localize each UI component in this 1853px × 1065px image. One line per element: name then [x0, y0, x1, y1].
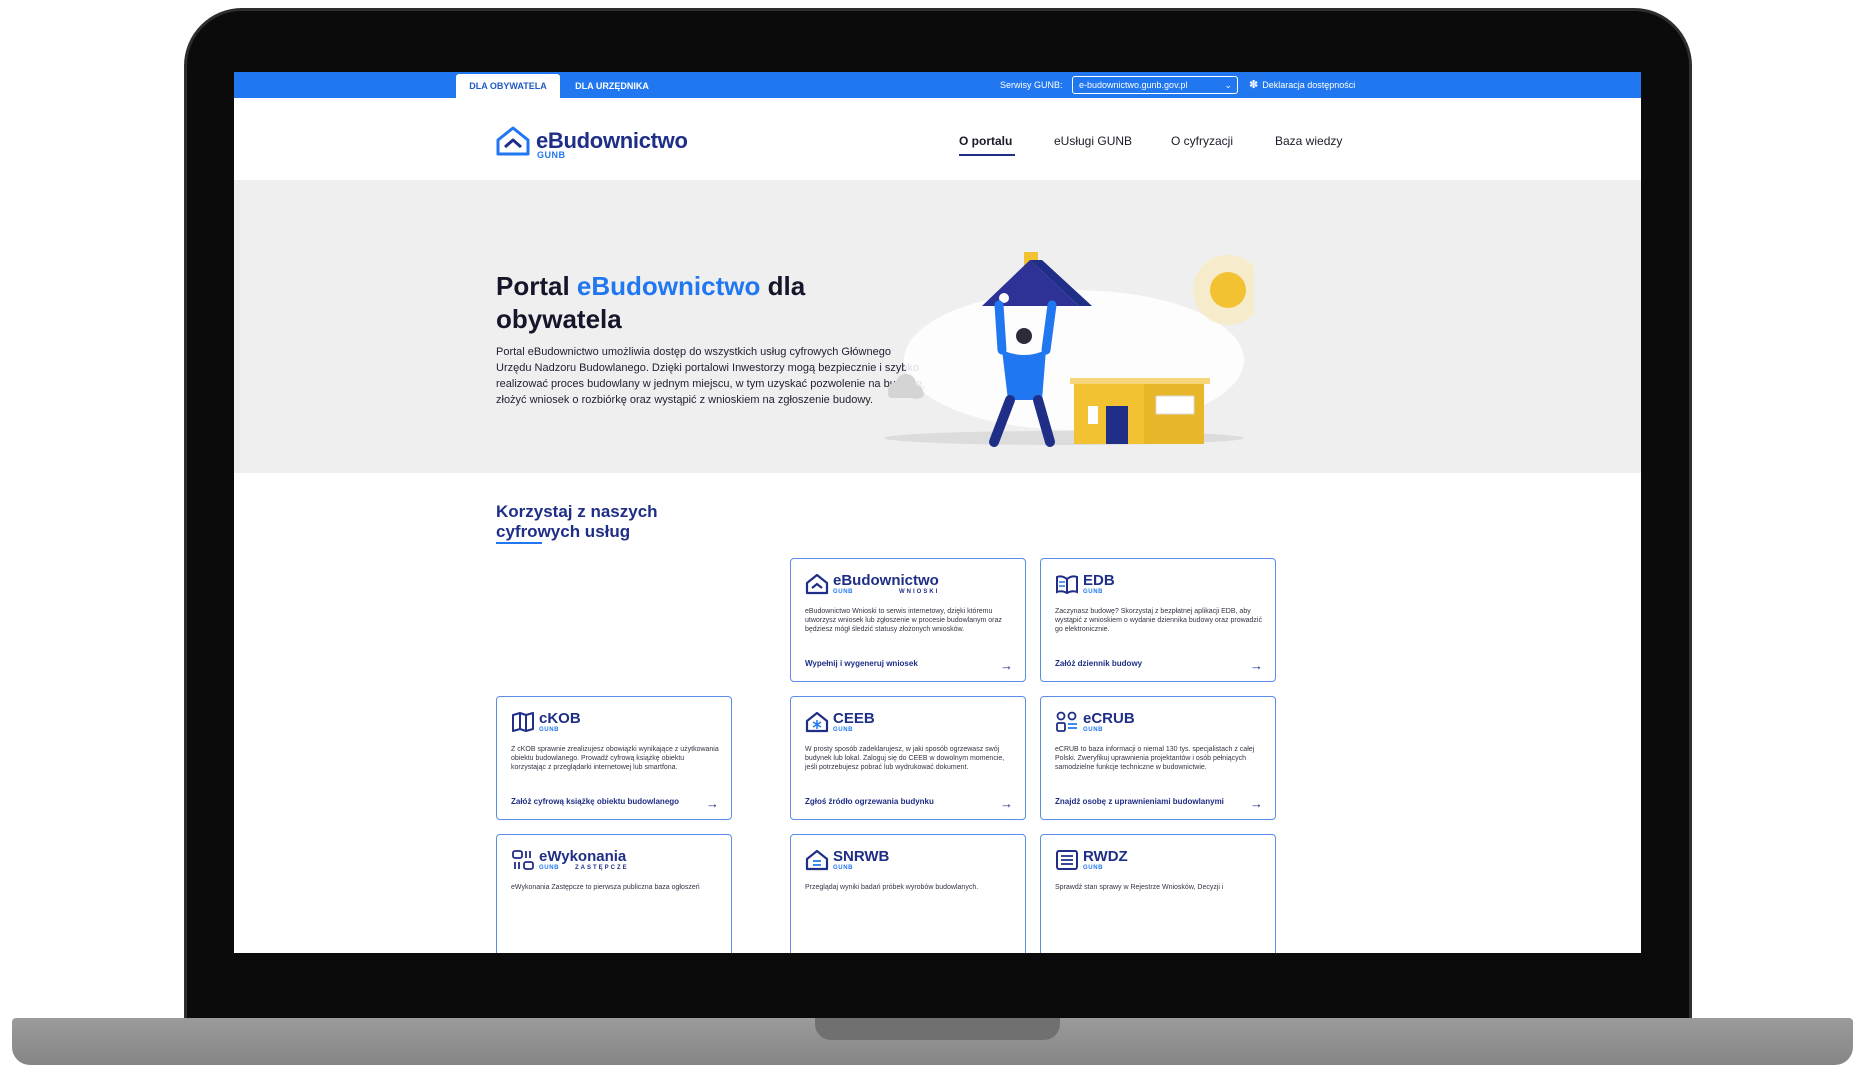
hero-description: Portal eBudownictwo umożliwia dostęp do …	[496, 346, 926, 406]
chevron-down-icon: ⌄	[1224, 80, 1232, 90]
card-ecrub[interactable]: eCRUB GUNB eCRUB to baza informacji o ni…	[1040, 696, 1276, 820]
card-ebudownictwo[interactable]: eBudownictwo GUNB WNIOSKI eBudownictwo W…	[790, 558, 1026, 682]
card-name: SNRWB	[833, 848, 890, 865]
logo-sub: GUNB	[537, 150, 566, 160]
arrow-right-icon[interactable]: →	[1000, 658, 1013, 673]
top-bar: DLA OBYWATELA DLA URZĘDNIKA Serwisy GUNB…	[234, 72, 1641, 98]
card-name: cKOB	[539, 710, 581, 727]
card-name: CEEB	[833, 710, 875, 727]
gunb-services-select[interactable]: e-budownictwo.gunb.gov.pl ⌄	[1072, 76, 1238, 94]
card-ckob[interactable]: cKOB GUNB Z cKOB sprawnie zrealizujesz o…	[496, 696, 732, 820]
laptop-mockup: DLA OBYWATELA DLA URZĘDNIKA Serwisy GUNB…	[0, 0, 1853, 1065]
browser-screen: DLA OBYWATELA DLA URZĘDNIKA Serwisy GUNB…	[234, 72, 1641, 953]
nav-o-cyfryzacji[interactable]: O cyfryzacji	[1171, 134, 1233, 148]
card-rwdz[interactable]: RWDZ GUNB Sprawdź stan sprawy w Rejestrz…	[1040, 834, 1276, 953]
snowflake-house-icon	[805, 711, 829, 733]
card-name: eBudownictwo	[833, 572, 939, 589]
house-logo-icon	[496, 126, 530, 156]
nav-active-underline	[959, 154, 1015, 156]
card-sub: GUNB	[1083, 589, 1104, 595]
card-link[interactable]: Wypełnij i wygeneruj wniosek	[805, 659, 918, 668]
card-description: eWykonania Zastępcze to pierwsza publicz…	[511, 884, 700, 891]
card-ewykonania[interactable]: eWykonania GUNB ZASTĘPCZE eWykonania Zas…	[496, 834, 732, 953]
blocks-icon	[512, 850, 534, 870]
card-link[interactable]: Załóż dziennik budowy	[1055, 659, 1142, 668]
card-description: Przeglądaj wyniki badań próbek wyrobów b…	[805, 884, 979, 891]
book-icon	[512, 712, 534, 732]
nav-o-portalu[interactable]: O portalu	[959, 134, 1012, 148]
card-name: RWDZ	[1083, 848, 1128, 865]
card-edb[interactable]: EDB GUNB Zaczynasz budowę? Skorzystaj z …	[1040, 558, 1276, 682]
card-sub: GUNB	[1083, 727, 1104, 733]
people-list-icon	[1056, 711, 1077, 732]
card-sub: GUNB	[833, 589, 854, 595]
gunb-services-label: Serwisy GUNB:	[1000, 80, 1063, 90]
card-link[interactable]: Zgłoś źródło ogrzewania budynku	[805, 797, 934, 806]
tab-dla-urzednika[interactable]: DLA URZĘDNIKA	[564, 74, 660, 98]
card-sub: GUNB	[539, 727, 560, 733]
card-sub: GUNB	[1083, 865, 1104, 871]
accessibility-link[interactable]: ✽ Deklaracja dostępności	[1249, 72, 1355, 98]
card-name: eWykonania	[539, 848, 627, 865]
card-description: eCRUB to baza informacji o niemal 130 ty…	[1055, 746, 1255, 771]
card-description: Z cKOB sprawnie zrealizujesz obowiązki w…	[511, 746, 719, 771]
services-heading-underline	[496, 542, 542, 544]
accessibility-icon: ✽	[1249, 79, 1259, 91]
card-sub: GUNB	[539, 865, 560, 871]
card-sub: GUNB	[833, 727, 854, 733]
card-sub: GUNB	[833, 865, 854, 871]
card-name: eCRUB	[1083, 710, 1135, 727]
house-icon	[805, 573, 829, 595]
arrow-right-icon[interactable]: →	[706, 796, 719, 811]
card-snrwb[interactable]: SNRWB GUNB Przeglądaj wyniki badań próbe…	[790, 834, 1026, 953]
hero-title-prefix: Portal	[496, 271, 577, 301]
card-description: Sprawdź stan sprawy w Rejestrze Wniosków…	[1055, 884, 1224, 891]
hero-title: Portal eBudownictwo dla obywatela	[496, 270, 916, 336]
card-sub2: WNIOSKI	[899, 589, 940, 595]
card-description: Zaczynasz budowę? Skorzystaj z bezpłatne…	[1055, 608, 1262, 633]
site-header: eBudownictwo GUNB O portalu eUsługi GUNB…	[234, 98, 1641, 180]
gunb-select-value: e-budownictwo.gunb.gov.pl	[1079, 80, 1188, 90]
hero-illustration	[884, 252, 1254, 447]
accessibility-label: Deklaracja dostępności	[1262, 80, 1356, 90]
tab-dla-obywatela[interactable]: DLA OBYWATELA	[456, 74, 560, 98]
hero-title-accent: eBudownictwo	[576, 271, 761, 301]
card-sub2: ZASTĘPCZE	[575, 865, 629, 871]
open-book-icon	[1056, 575, 1078, 595]
card-description: eBudownictwo Wnioski to serwis interneto…	[805, 608, 1002, 633]
card-link[interactable]: Znajdź osobę z uprawnieniami budowlanymi	[1055, 797, 1224, 806]
card-name: EDB	[1083, 572, 1115, 589]
arrow-right-icon[interactable]: →	[1250, 658, 1263, 673]
card-description: W prosty sposób zadeklarujesz, w jaki sp…	[805, 746, 1005, 771]
nav-eusługi-gunb[interactable]: eUsługi GUNB	[1054, 134, 1132, 148]
card-ceeb[interactable]: CEEB GUNB W prosty sposób zadeklarujesz,…	[790, 696, 1026, 820]
nav-baza-wiedzy[interactable]: Baza wiedzy	[1275, 134, 1342, 148]
document-list-icon	[1056, 850, 1078, 870]
arrow-right-icon[interactable]: →	[1250, 796, 1263, 811]
house-list-icon	[805, 849, 829, 871]
laptop-notch	[815, 1018, 1060, 1040]
card-link[interactable]: Załóż cyfrową książkę obiektu budowlaneg…	[511, 797, 679, 806]
services-heading: Korzystaj z naszych cyfrowych usług	[496, 502, 658, 541]
hero-section: Portal eBudownictwo dla obywatela Portal…	[234, 180, 1641, 473]
arrow-right-icon[interactable]: →	[1000, 796, 1013, 811]
